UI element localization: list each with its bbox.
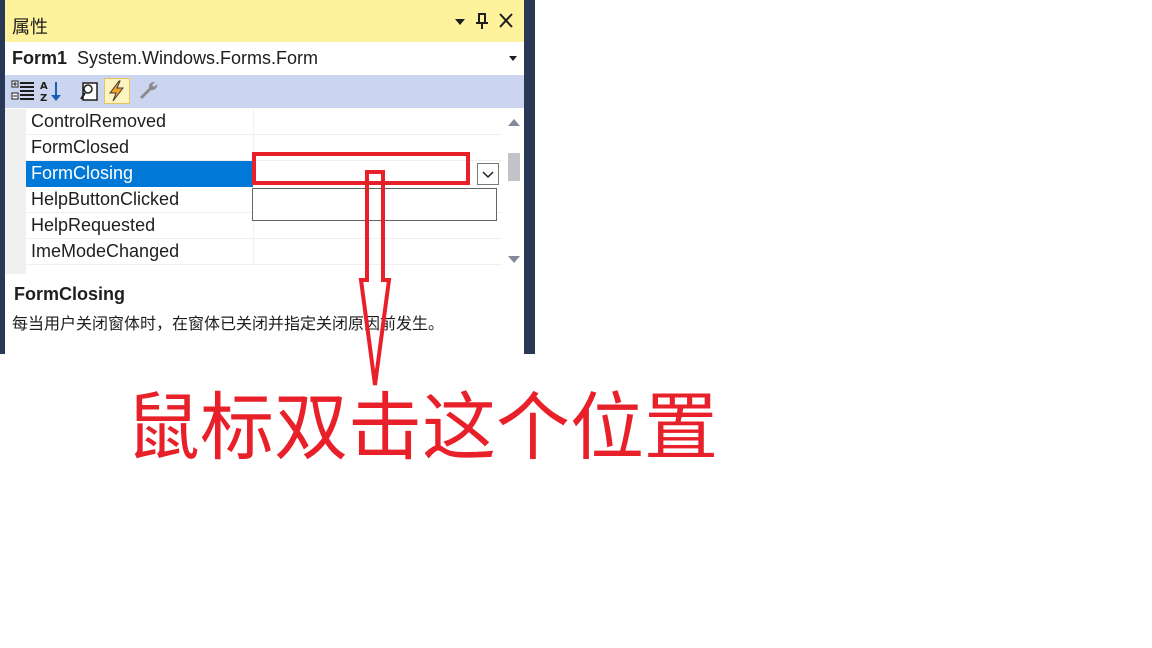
properties-toolbar: A Z <box>5 75 524 108</box>
column-divider <box>253 239 254 265</box>
object-dropdown-icon[interactable] <box>508 48 518 71</box>
column-divider <box>253 109 254 135</box>
property-pages-icon[interactable] <box>135 78 161 104</box>
chevron-down-icon[interactable] <box>477 163 499 185</box>
event-name: ControlRemoved <box>31 111 167 131</box>
scroll-up-icon[interactable] <box>507 117 521 127</box>
window-title: 属性 <box>12 17 48 38</box>
properties-icon[interactable] <box>77 78 103 104</box>
grid-row-imemodechanged[interactable]: ImeModeChanged <box>26 239 502 265</box>
grid-row-controlremoved[interactable]: ControlRemoved <box>26 109 502 135</box>
close-icon[interactable] <box>495 8 517 34</box>
events-icon[interactable] <box>104 78 130 104</box>
object-type: System.Windows.Forms.Form <box>77 48 319 68</box>
annotation-text: 鼠标双击这个位置 <box>126 385 718 471</box>
object-name: Form1 <box>12 48 68 68</box>
description-title: FormClosing <box>14 284 125 304</box>
description-pane: FormClosing 每当用户关闭窗体时，在窗体已关闭并指定关闭原因前发生。 <box>5 274 524 354</box>
vertical-scrollbar[interactable] <box>502 109 524 274</box>
event-name: HelpRequested <box>31 215 156 235</box>
window-menu-icon[interactable] <box>449 8 471 34</box>
svg-text:A: A <box>40 81 48 92</box>
title-bar[interactable]: 属性 <box>5 0 524 42</box>
event-name: FormClosing <box>31 163 134 183</box>
event-name: FormClosed <box>31 137 130 157</box>
scroll-down-icon[interactable] <box>507 255 521 265</box>
svg-text:Z: Z <box>40 93 47 104</box>
event-name: HelpButtonClicked <box>31 189 180 209</box>
alphabetical-icon[interactable]: A Z <box>38 78 64 104</box>
pin-icon[interactable] <box>471 8 493 34</box>
grid-gutter <box>5 109 26 274</box>
scroll-thumb[interactable] <box>508 153 520 181</box>
annotation-arrow <box>358 170 392 386</box>
object-selector[interactable]: Form1 System.Windows.Forms.Form <box>5 43 524 74</box>
categorized-icon[interactable] <box>10 78 36 104</box>
event-name: ImeModeChanged <box>31 241 180 261</box>
